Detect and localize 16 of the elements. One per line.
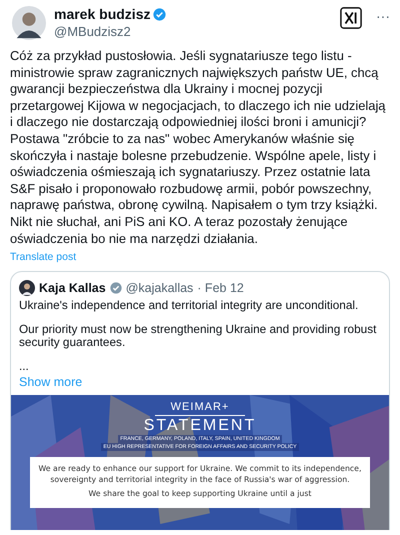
post-text: Cóż za przykład pustosłowia. Jeśli sygnatariusze tego listu - ministrowie spraw zagranicznych największych państw UE, chcą gwarancji bezpieczeństwa dla Ukrainy i mocnej pozycji przetargowej Kijowa w negocjacjach, to dlaczego ich nie udzielają i dlaczego nie dostarczają odpowiedniej ilości broni i amunicji? Postawa "zróbcie to za nas" wobec Amerykanów właśnie się skończyła i nastaje bolesne przebudzenie. Wspólne apele, listy i oświadczenia ośmieszają ich sygnatariuszy. Przez ostatnie lata S&F pisało i proponowało rozbudowę armii, pobór powszechny, naprawę państwa, obronę cywilną. Napisałem o tym trzy książki. Nikt nie słuchał, ani PiS ani KO. A teraz pozostały żenujące oświadczenia bo nie ma narzędzi działania.: [10, 48, 386, 248]
quoted-post-card[interactable]: [10, 271, 390, 530]
logo-icon[interactable]: [340, 7, 362, 29]
image-title: STATEMENT: [144, 417, 256, 436]
author-name[interactable]: Kaja Kallas: [39, 281, 106, 296]
quoted-text: Our priority must now be strengthening Ukraine and providing robust security guarantees.: [19, 322, 378, 350]
author-handle[interactable]: @kajakallas: [126, 281, 194, 296]
post-date[interactable]: · Feb 12: [197, 281, 244, 296]
avatar[interactable]: [12, 6, 46, 40]
more-button[interactable]: ···: [376, 8, 390, 24]
image-kicker: WEIMAR+: [154, 401, 246, 416]
author-handle[interactable]: @MBudzisz2: [54, 24, 332, 39]
avatar[interactable]: [19, 280, 35, 296]
quoted-text: Ukraine's independence and territorial integrity are unconditional.: [19, 299, 360, 313]
quoted-text: ...: [19, 360, 30, 374]
author-name[interactable]: marek budzisz: [54, 6, 150, 22]
